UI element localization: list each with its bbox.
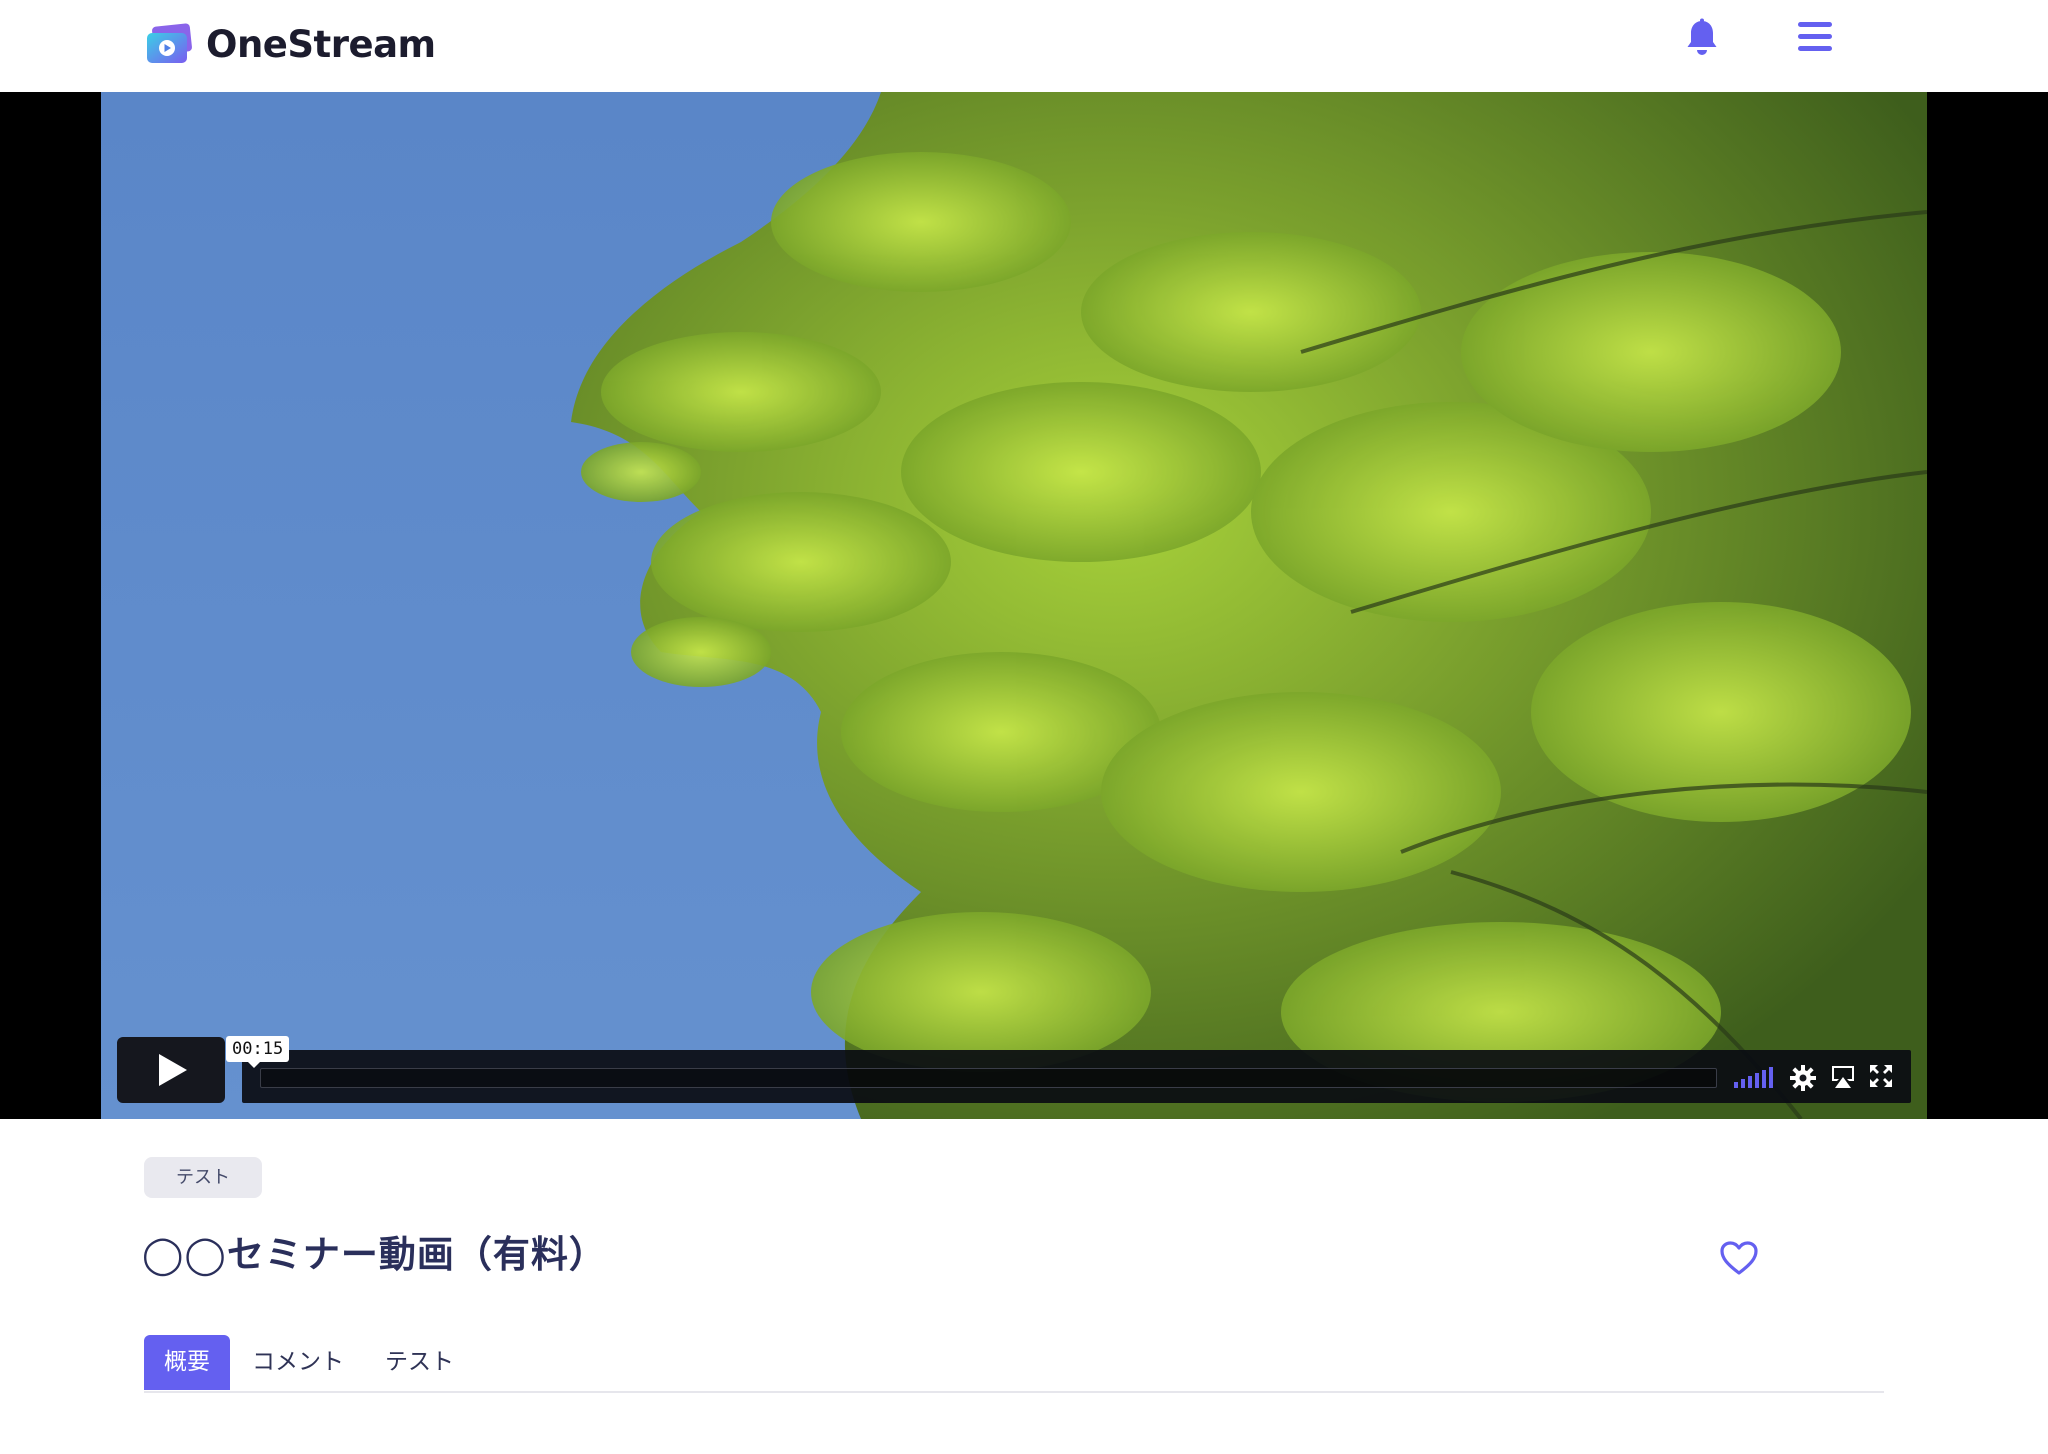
play-button[interactable]	[117, 1037, 225, 1103]
onestream-logo[interactable]: OneStream	[144, 20, 436, 68]
settings-gear-icon[interactable]	[1789, 1064, 1817, 1092]
seek-bar[interactable]	[260, 1068, 1717, 1088]
play-icon	[159, 1054, 187, 1086]
seek-time-tooltip: 00:15	[226, 1036, 290, 1068]
content-tabs: 概要 コメント テスト	[144, 1335, 1884, 1393]
player-controls: 00:15	[117, 1036, 1911, 1103]
top-navigation-bar: OneStream	[0, 0, 2048, 92]
logo-text: OneStream	[206, 22, 436, 66]
logo-icon	[147, 23, 192, 63]
fullscreen-icon[interactable]	[1869, 1064, 1893, 1088]
video-player[interactable]: 00:15	[101, 92, 1927, 1119]
tab-comments[interactable]: コメント	[252, 1335, 344, 1390]
tab-overview[interactable]: 概要	[144, 1335, 230, 1390]
video-title: ◯◯セミナー動画（有料）	[142, 1233, 607, 1276]
category-tag[interactable]: テスト	[144, 1157, 262, 1198]
tab-test[interactable]: テスト	[385, 1335, 454, 1390]
volume-icon[interactable]	[1734, 1067, 1774, 1089]
notification-bell-icon[interactable]	[1684, 18, 1720, 58]
control-bar	[242, 1050, 1911, 1103]
hamburger-menu-icon[interactable]	[1798, 22, 1832, 52]
airplay-icon[interactable]	[1829, 1064, 1857, 1090]
video-frame-image	[101, 92, 1927, 1119]
heart-outline-icon[interactable]	[1719, 1240, 1759, 1276]
